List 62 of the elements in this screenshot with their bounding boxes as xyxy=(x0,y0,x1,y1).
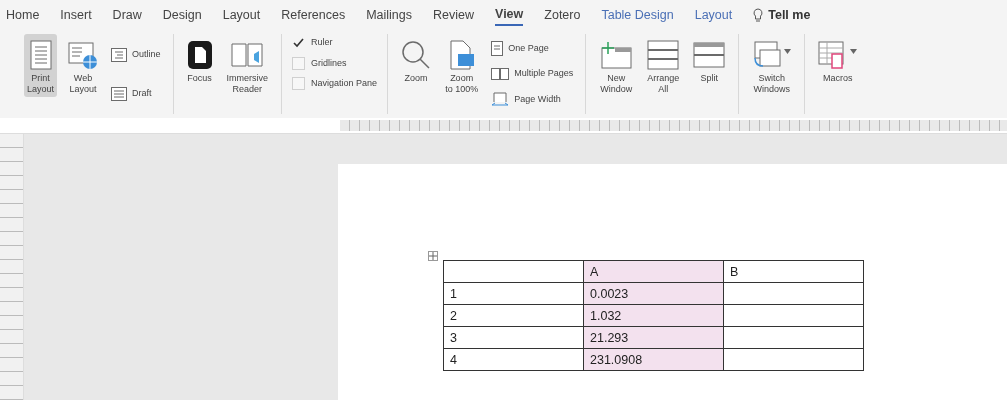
page-icon xyxy=(491,40,504,56)
search-icon xyxy=(401,40,432,70)
windows-icon xyxy=(752,40,783,70)
page-icon xyxy=(448,40,475,70)
table-cell: 4 xyxy=(443,348,584,371)
table-move-handle[interactable] xyxy=(428,251,438,261)
checkbox[interactable] xyxy=(292,56,306,70)
ribbon-tab[interactable]: Insert xyxy=(60,4,92,26)
checkbox-option[interactable]: Ruler xyxy=(292,36,378,50)
table-cell: 3 xyxy=(443,326,584,349)
checkbox[interactable] xyxy=(292,77,306,91)
tell-me-field[interactable]: Tell me xyxy=(768,5,829,25)
ribbon-button[interactable]: Print Layout xyxy=(24,34,58,97)
page-icon xyxy=(29,40,52,70)
stacked-windows-icon xyxy=(647,40,680,70)
ribbon-button[interactable]: Multiple Pages xyxy=(489,67,576,81)
ribbon-button[interactable]: Web Layout xyxy=(65,34,102,97)
page-icon xyxy=(186,40,213,70)
ribbon-tab[interactable]: References xyxy=(281,4,346,26)
page-width-icon xyxy=(491,92,510,108)
ribbon-tab[interactable]: View xyxy=(495,4,524,26)
ribbon-tab[interactable]: Layout xyxy=(694,4,733,26)
ribbon-button[interactable]: Immersive Reader xyxy=(223,34,272,97)
two-pages-icon xyxy=(491,68,510,80)
checkbox-option[interactable]: Navigation Pane xyxy=(292,77,378,91)
ribbon-tab[interactable]: Design xyxy=(162,4,202,26)
web-page-icon xyxy=(68,40,99,70)
outline-icon xyxy=(111,47,128,62)
ribbon-button[interactable]: Macros xyxy=(815,34,861,86)
ribbon-button[interactable]: One Page xyxy=(489,40,576,56)
ribbon-tab[interactable]: Review xyxy=(433,4,475,26)
table-cell: 231.0908 xyxy=(583,348,724,371)
checkbox-option[interactable]: Gridlines xyxy=(292,56,378,70)
ribbon-tab[interactable]: Table Design xyxy=(601,4,674,26)
table-cell: 1 xyxy=(443,282,584,305)
draft-icon xyxy=(111,86,128,101)
ribbon-tab[interactable]: Draw xyxy=(112,4,142,26)
ribbon-button[interactable]: Draft xyxy=(109,86,163,101)
ribbon-button[interactable]: Page Width xyxy=(489,92,576,108)
ribbon-tab[interactable]: Layout xyxy=(222,4,261,26)
window-plus-icon xyxy=(599,40,634,70)
table-cell: 2 xyxy=(443,304,584,327)
split-window-icon xyxy=(693,42,726,68)
ribbon-tab[interactable]: Home xyxy=(6,4,40,26)
checkbox[interactable] xyxy=(292,36,306,50)
ribbon-button[interactable]: Focus xyxy=(183,34,216,86)
ribbon-button[interactable]: Zoom to 100% xyxy=(442,34,482,97)
ribbon-button[interactable]: New Window xyxy=(596,34,637,97)
ribbon-button[interactable]: Zoom xyxy=(398,34,435,86)
table-cell: B xyxy=(723,260,864,283)
open-book-icon xyxy=(230,40,265,70)
table-cell: 0.0023 xyxy=(583,282,724,305)
ribbon-button[interactable]: Switch Windows xyxy=(749,34,795,97)
ribbon-button[interactable]: Split xyxy=(690,34,729,86)
ribbon-button[interactable]: Arrange All xyxy=(644,34,683,97)
ribbon-tab[interactable]: Zotero xyxy=(544,4,581,26)
ribbon-tab[interactable]: Mailings xyxy=(366,4,413,26)
table-cell: 1.032 xyxy=(583,304,724,327)
lightbulb-icon xyxy=(753,7,764,23)
ribbon-button[interactable]: Outline xyxy=(109,47,163,62)
table-cell: A xyxy=(583,260,724,283)
table-cell: 21.293 xyxy=(583,326,724,349)
